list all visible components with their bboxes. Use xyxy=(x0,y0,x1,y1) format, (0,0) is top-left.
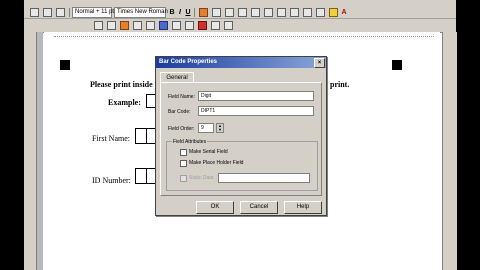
border-icon[interactable] xyxy=(316,7,325,17)
help-button[interactable]: Help xyxy=(284,201,322,214)
align-right-icon[interactable] xyxy=(225,7,234,17)
table-icon[interactable] xyxy=(107,21,116,30)
toolbar-separator xyxy=(69,7,70,17)
instruction-text-end: print. xyxy=(330,80,350,89)
field-properties-icon[interactable] xyxy=(159,21,168,30)
static-data-input xyxy=(218,173,310,183)
field-order-label: Field Order: xyxy=(168,126,195,132)
vertical-scrollbar[interactable] xyxy=(442,32,457,270)
first-name-label: First Name: xyxy=(92,134,130,143)
bold-button[interactable]: B xyxy=(168,9,176,16)
style-select[interactable]: Normal + 11 pt xyxy=(72,6,114,18)
delete-field-icon[interactable] xyxy=(198,21,207,30)
static-data-label: Static Data xyxy=(189,175,214,181)
example-label: Example: xyxy=(108,98,141,107)
close-icon[interactable]: × xyxy=(314,58,325,68)
static-data-checkbox xyxy=(180,175,187,182)
field-order-spinner[interactable]: ▲ ▼ xyxy=(216,123,224,133)
field-attributes-label: Field Attributes xyxy=(172,139,208,145)
field-name-input[interactable]: Digit xyxy=(198,91,314,101)
preview-icon[interactable] xyxy=(211,21,220,30)
open-icon[interactable] xyxy=(43,7,52,17)
id-number-label: ID Number: xyxy=(92,176,131,185)
align-center-icon[interactable] xyxy=(212,7,221,17)
toolbar-separator xyxy=(194,7,195,17)
new-icon[interactable] xyxy=(30,7,39,17)
save-icon[interactable] xyxy=(56,7,65,17)
underline-button[interactable]: U xyxy=(184,9,192,16)
barcode-icon[interactable] xyxy=(120,21,129,30)
field-order-input[interactable]: 9 xyxy=(198,123,214,133)
font-color-button[interactable]: A xyxy=(340,9,348,16)
right-black-bar xyxy=(456,0,480,270)
bar-code-input[interactable]: DIPT1 xyxy=(198,106,314,116)
barcode-toolbar xyxy=(24,19,456,33)
line-spacing-icon[interactable] xyxy=(251,7,260,17)
corner-marker-right xyxy=(392,60,402,70)
numbering-icon[interactable] xyxy=(264,7,273,17)
make-place-holder-checkbox[interactable] xyxy=(180,160,187,167)
highlight-icon[interactable] xyxy=(329,7,338,17)
bullets-icon[interactable] xyxy=(277,7,286,17)
check-icon[interactable] xyxy=(94,21,103,30)
make-place-holder-label: Make Place Holder Field xyxy=(189,160,244,166)
page-margin-guide xyxy=(54,36,434,38)
bar-code-label: Bar Code: xyxy=(168,109,191,115)
dialog-title: Bar Code Properties xyxy=(159,59,218,65)
make-serial-checkbox[interactable] xyxy=(180,149,187,156)
field-name-label: Field Name: xyxy=(168,94,195,100)
font-select[interactable]: Times New Roman xyxy=(114,6,168,18)
ok-button[interactable]: OK xyxy=(196,201,234,214)
marker-icon[interactable] xyxy=(185,21,194,30)
box-icon[interactable] xyxy=(146,21,155,30)
text-field-icon[interactable] xyxy=(133,21,142,30)
make-serial-label: Make Serial Field xyxy=(189,149,228,155)
italic-button[interactable]: I xyxy=(176,9,184,16)
justify-icon[interactable] xyxy=(238,7,247,17)
formatting-toolbar: Normal + 11 pt Times New Roman B I U A xyxy=(24,6,456,19)
page-margin-strip xyxy=(37,32,43,270)
left-black-bar xyxy=(0,0,24,270)
settings-icon[interactable] xyxy=(224,21,233,30)
align-left-icon[interactable] xyxy=(199,7,208,17)
dialog-title-bar[interactable]: Bar Code Properties × xyxy=(156,57,326,68)
instruction-text: Please print inside xyxy=(90,80,153,89)
cancel-button[interactable]: Cancel xyxy=(240,201,278,214)
bar-code-properties-dialog: Bar Code Properties × General Field Name… xyxy=(155,56,327,216)
decrease-indent-icon[interactable] xyxy=(290,7,299,17)
check-box-icon[interactable] xyxy=(172,21,181,30)
increase-indent-icon[interactable] xyxy=(303,7,312,17)
vertical-ruler xyxy=(24,32,37,270)
corner-marker-left xyxy=(60,60,70,70)
